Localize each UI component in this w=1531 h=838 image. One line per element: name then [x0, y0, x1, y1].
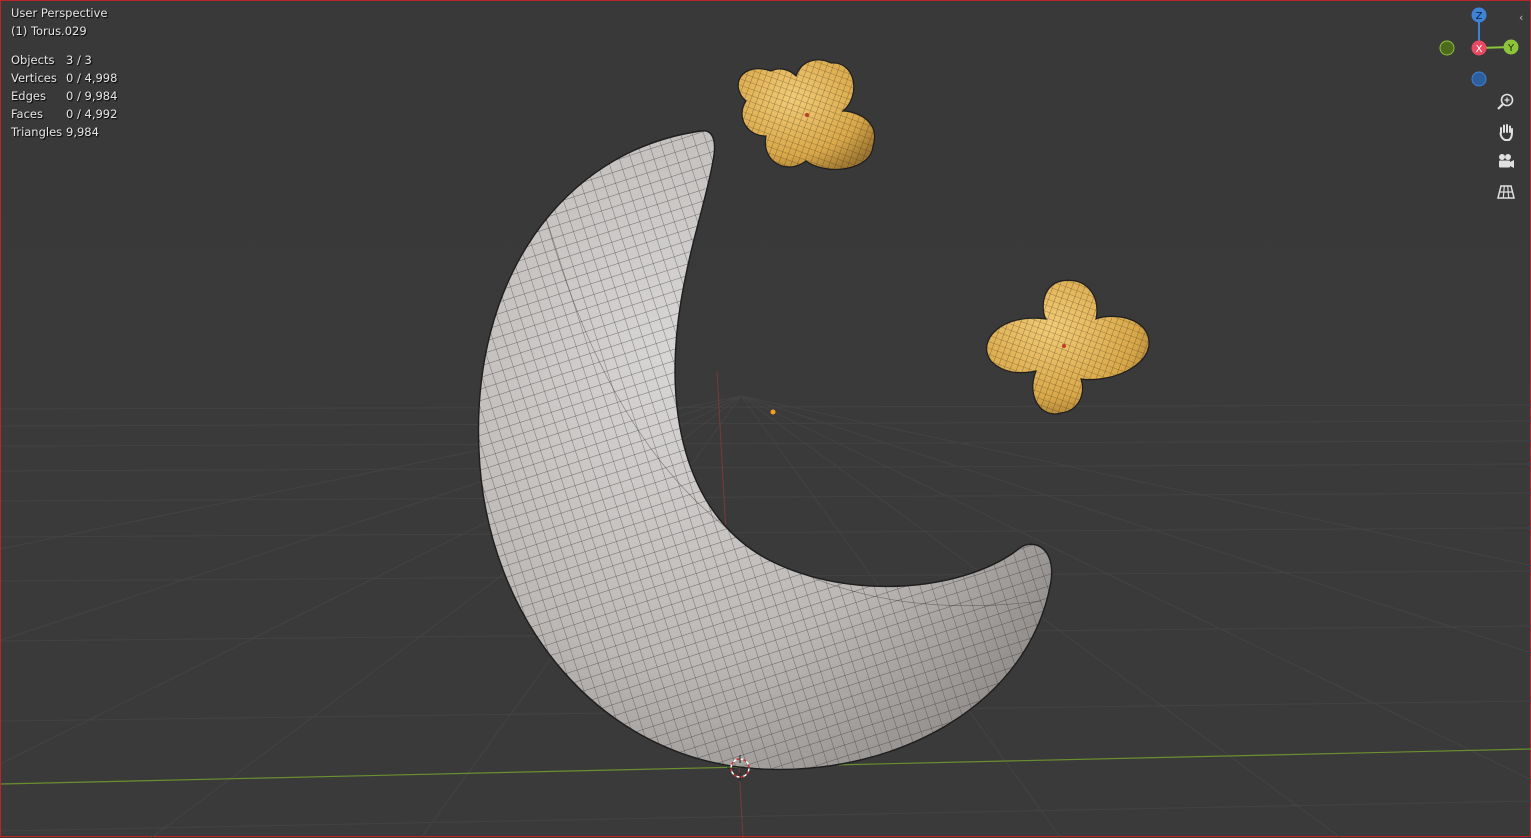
- gizmo-y-label: Y: [1507, 43, 1515, 54]
- camera-icon: [1499, 154, 1514, 168]
- object-origin-dot[interactable]: [770, 409, 776, 415]
- active-object-label: (1) Torus.029: [11, 24, 87, 38]
- stat-label: Edges: [11, 89, 46, 103]
- gizmo-x-label: X: [1476, 44, 1483, 55]
- star-object-1[interactable]: [721, 51, 891, 181]
- stat-label: Vertices: [11, 71, 57, 85]
- viewport-navigation-tools: [1493, 89, 1521, 209]
- stat-value: 9,984: [66, 125, 99, 139]
- stat-value: 0 / 4,998: [66, 71, 118, 85]
- gizmo-z-label: Z: [1476, 11, 1483, 22]
- zoom-button[interactable]: [1493, 89, 1519, 115]
- gizmo-neg-y-icon[interactable]: [1439, 40, 1455, 56]
- stat-value: 0 / 4,992: [66, 107, 118, 121]
- stat-value: 3 / 3: [66, 53, 92, 67]
- camera-view-button[interactable]: [1493, 149, 1519, 175]
- navigation-gizmo[interactable]: Z Y X: [1433, 5, 1523, 89]
- stat-label: Triangles: [11, 125, 63, 139]
- grid-icon: [1497, 185, 1515, 199]
- star-object-2[interactable]: [971, 271, 1161, 421]
- ortho-toggle-button[interactable]: [1493, 179, 1519, 205]
- view-name-label: User Perspective: [11, 6, 108, 20]
- hand-icon: [1499, 124, 1513, 141]
- zoom-icon: [1497, 93, 1514, 110]
- moon-object[interactable]: [441, 101, 1081, 801]
- stat-label: Faces: [11, 107, 43, 121]
- 3d-viewport[interactable]: User Perspective (1) Torus.029 Objects 3…: [0, 0, 1531, 838]
- stat-value: 0 / 9,984: [66, 89, 118, 103]
- stat-label: Objects: [11, 53, 55, 67]
- pan-button[interactable]: [1493, 119, 1519, 145]
- gizmo-neg-z-icon[interactable]: [1471, 71, 1487, 87]
- scene-canvas[interactable]: [1, 1, 1531, 838]
